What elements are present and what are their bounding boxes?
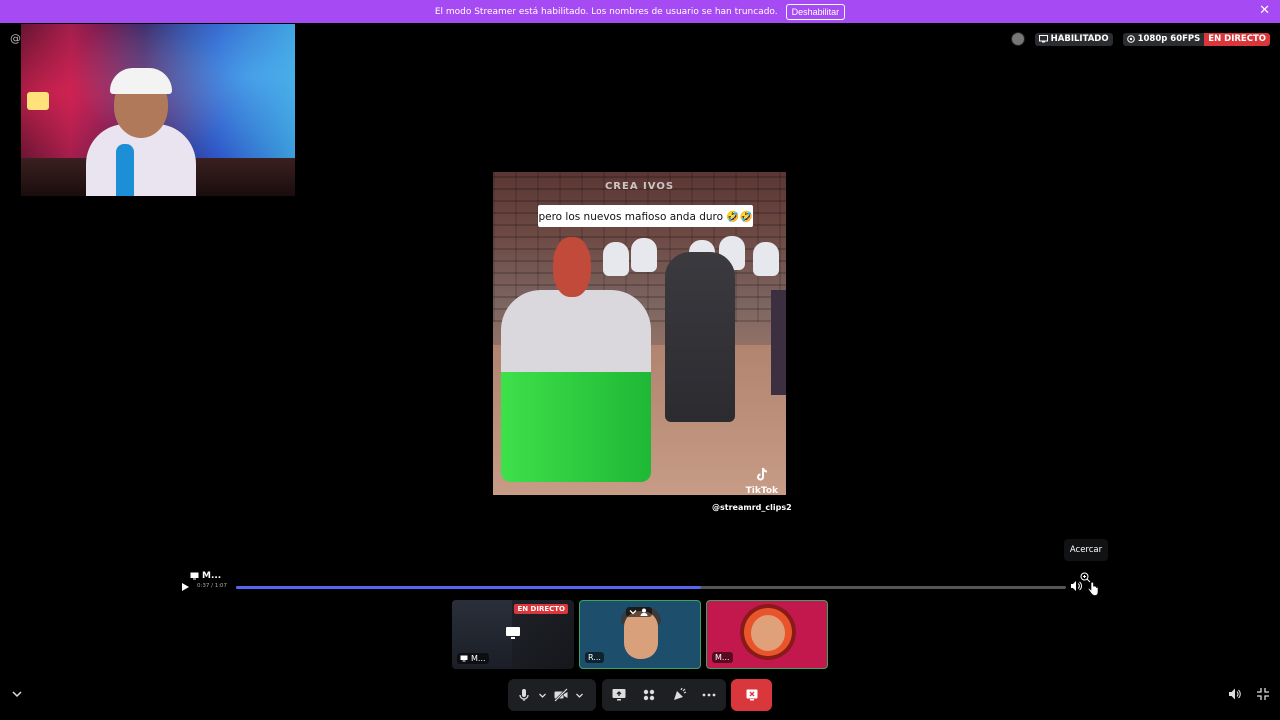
tiktok-handle: @streamrd_clips2 — [712, 503, 792, 512]
activity-controls — [602, 679, 726, 711]
tiktok-icon — [756, 467, 767, 481]
monitor-icon — [506, 627, 520, 639]
tile-name: M... — [712, 652, 733, 663]
leave-call-icon — [746, 689, 757, 701]
soundboard-icon[interactable] — [671, 687, 687, 703]
participant-tile-screen[interactable]: EN DIRECTO M... — [452, 600, 574, 669]
tile-live-badge: EN DIRECTO — [514, 604, 568, 614]
live-badge: EN DIRECTO — [1204, 32, 1270, 46]
eye-icon — [1126, 35, 1135, 43]
large-character — [501, 237, 651, 495]
chevron-down-icon[interactable] — [11, 688, 23, 700]
shared-video[interactable]: CREA IVOS pero los nuevos mafioso anda d… — [493, 172, 786, 495]
streamer-mode-banner: El modo Streamer está habilitado. Los no… — [0, 0, 1280, 23]
stream-view: El modo Streamer está habilitado. Los no… — [0, 0, 1280, 720]
stream-status: HABILITADO 1080p 60FPS EN DIRECTO — [1010, 32, 1270, 46]
playback-time: 0:37 / 1:07 — [197, 583, 228, 589]
camera-off-icon[interactable] — [553, 687, 569, 703]
viewer-avatar[interactable] — [1010, 32, 1025, 46]
at-sign-marker: @ — [10, 32, 21, 45]
tile-hover-icons — [626, 607, 652, 617]
streamer-mode-pill: HABILITADO — [1034, 32, 1113, 46]
avatar-face — [751, 615, 785, 651]
microphone-icon[interactable] — [516, 687, 532, 703]
game-side-panel — [771, 290, 786, 395]
chevron-down-icon[interactable] — [575, 691, 584, 700]
stream-owner-name: M... — [202, 571, 222, 581]
tile-name-text: M... — [471, 654, 486, 663]
avatar-face — [624, 611, 658, 659]
streamer-figure — [66, 54, 196, 196]
more-options-icon[interactable] — [701, 687, 717, 703]
dark-clothed-character — [665, 252, 735, 422]
screen-share-icon — [460, 655, 468, 662]
chevron-down-icon[interactable] — [629, 608, 637, 616]
disable-streamer-mode-button[interactable]: Deshabilitar — [785, 3, 846, 20]
tiktok-label: TikTok — [745, 486, 778, 495]
tile-name-text: R... — [588, 653, 601, 662]
tile-name-text: M... — [715, 653, 730, 662]
webcam-feed[interactable] — [21, 24, 295, 196]
volume-icon[interactable] — [1228, 687, 1242, 701]
banner-message: El modo Streamer está habilitado. Los no… — [434, 6, 778, 17]
share-screen-icon[interactable] — [611, 687, 627, 703]
video-caption: pero los nuevos mafioso anda duro 🤣🤣 — [538, 205, 753, 227]
participant-tile-r[interactable]: R... — [579, 600, 701, 669]
add-friend-icon[interactable] — [640, 608, 649, 616]
participant-tile-m[interactable]: M... — [706, 600, 828, 669]
tile-name: M... — [457, 653, 489, 664]
seek-bar[interactable] — [236, 586, 1066, 589]
video-watermark: CREA IVOS — [604, 181, 675, 192]
stream-owner: M... — [190, 571, 221, 581]
tiktok-logo: TikTok — [746, 467, 778, 495]
activities-icon[interactable] — [641, 687, 657, 703]
audio-video-controls — [508, 679, 596, 711]
close-icon[interactable]: ✕ — [1259, 4, 1270, 17]
habilitado-label: HABILITADO — [1050, 34, 1109, 44]
zoom-tooltip: Acercar — [1064, 539, 1108, 561]
seek-progress — [236, 586, 701, 589]
quality-label: 1080p 60FPS — [1137, 34, 1201, 44]
webcam-lamp — [27, 92, 49, 110]
screen-share-icon — [190, 572, 199, 580]
quality-live-group: 1080p 60FPS EN DIRECTO — [1122, 32, 1270, 46]
hand-cursor-icon — [1088, 582, 1098, 596]
disconnect-button[interactable] — [731, 679, 772, 711]
chevron-down-icon[interactable] — [538, 691, 547, 700]
exit-fullscreen-icon[interactable] — [1256, 687, 1270, 701]
screen-icon — [1038, 35, 1048, 43]
play-icon[interactable] — [180, 582, 190, 592]
quality-pill: 1080p 60FPS — [1122, 32, 1205, 46]
tile-name: R... — [585, 652, 604, 663]
